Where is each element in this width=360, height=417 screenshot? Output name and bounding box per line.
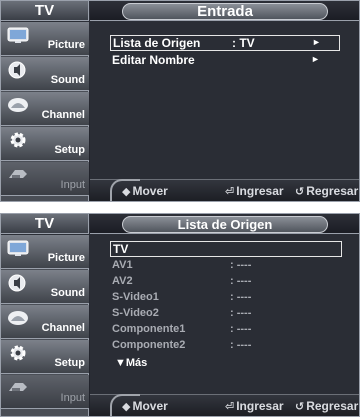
- source-item-label: TV: [113, 242, 129, 256]
- source-item-componente2[interactable]: Componente2: [112, 339, 185, 351]
- sidebar-item-label: Input: [60, 179, 85, 191]
- menu-row-lista-de-origen[interactable]: Lista de Origen : TV ►: [110, 35, 340, 51]
- sound-icon: [6, 60, 30, 80]
- header-bar: Entrada: [90, 1, 359, 21]
- sidebar-item-label: Picture: [47, 39, 85, 51]
- sidebar-item-picture[interactable]: Picture: [1, 235, 89, 269]
- header-bar: Lista de Origen: [90, 214, 359, 234]
- source-item-selected[interactable]: TV: [110, 241, 342, 257]
- input-icon: [6, 378, 30, 398]
- menu-title: Lista de Origen: [122, 216, 328, 233]
- hint-enter-label: Ingresar: [236, 184, 284, 198]
- picture-icon: [6, 25, 30, 45]
- arrow-right-icon: ►: [311, 54, 320, 64]
- sidebar-item-input[interactable]: Input: [1, 375, 89, 409]
- bottom-hint-bar: ◆ Mover ⏎ Ingresar ↺ Regresar: [90, 394, 359, 416]
- hint-enter-label: Ingresar: [236, 399, 284, 413]
- picture-icon: [6, 238, 30, 258]
- hint-back: ↺ Regresar: [295, 184, 358, 198]
- menu-screen-entrada: TV Entrada Picture Sound Channel Setup I…: [0, 0, 360, 202]
- sidebar: Picture Sound Channel Setup Input: [1, 235, 89, 416]
- hint-back-label: Regresar: [306, 184, 359, 198]
- tv-tab: TV: [1, 214, 89, 234]
- bottom-hint-bar: ◆ Mover ⏎ Ingresar ↺ Regresar: [90, 179, 359, 201]
- move-icon: ◆: [122, 186, 131, 198]
- source-item-value: : ----: [230, 307, 252, 319]
- source-item-value: : ----: [230, 275, 252, 287]
- row-value: : TV: [232, 36, 255, 50]
- sidebar-item-label: Setup: [54, 144, 85, 156]
- source-item-av2[interactable]: AV2: [112, 275, 133, 287]
- sidebar-item-setup[interactable]: Setup: [1, 127, 89, 161]
- sidebar-item-sound[interactable]: Sound: [1, 57, 89, 91]
- hint-move-label: Mover: [132, 184, 168, 198]
- source-item-s-video2[interactable]: S-Video2: [112, 307, 159, 319]
- sidebar-item-label: Sound: [50, 74, 85, 86]
- sidebar-item-picture[interactable]: Picture: [1, 22, 89, 56]
- back-icon: ↺: [295, 186, 305, 198]
- sidebar-item-label: Sound: [50, 287, 85, 299]
- source-item-componente1[interactable]: Componente1: [112, 323, 185, 335]
- move-icon: ◆: [122, 401, 131, 413]
- input-icon: [6, 165, 30, 185]
- hint-enter: ⏎ Ingresar: [225, 184, 284, 198]
- source-item-s-video1[interactable]: S-Video1: [112, 291, 159, 303]
- hint-move: ◆ Mover: [122, 399, 168, 413]
- sidebar-item-label: Channel: [41, 322, 85, 334]
- source-list: TV AV1 : ---- AV2 : ---- S-Video1 : ----…: [90, 235, 359, 394]
- hint-enter: ⏎ Ingresar: [225, 399, 284, 413]
- sidebar-item-label: Channel: [41, 109, 85, 121]
- sidebar: Picture Sound Channel Setup Input: [1, 22, 89, 201]
- sound-icon: [6, 273, 30, 293]
- source-item-av1[interactable]: AV1: [112, 259, 133, 271]
- sidebar-item-channel[interactable]: Channel: [1, 305, 89, 339]
- hint-back-label: Regresar: [306, 399, 359, 413]
- sidebar-item-sound[interactable]: Sound: [1, 270, 89, 304]
- more-button[interactable]: ▼Más: [115, 357, 147, 369]
- sidebar-item-input[interactable]: Input: [1, 162, 89, 196]
- sidebar-item-label: Input: [60, 392, 85, 404]
- sidebar-item-channel[interactable]: Channel: [1, 92, 89, 126]
- row-label: Lista de Origen: [113, 36, 201, 50]
- menu-title: Entrada: [122, 3, 328, 20]
- source-item-value: : ----: [230, 339, 252, 351]
- enter-icon: ⏎: [225, 401, 235, 413]
- hint-move-label: Mover: [132, 399, 168, 413]
- back-icon: ↺: [295, 401, 305, 413]
- channel-icon: [6, 95, 30, 115]
- hint-move: ◆ Mover: [122, 184, 168, 198]
- source-item-value: : ----: [230, 291, 252, 303]
- enter-icon: ⏎: [225, 186, 235, 198]
- arrow-right-icon: ►: [312, 37, 321, 47]
- tv-tab: TV: [1, 1, 89, 21]
- row-label: Editar Nombre: [112, 53, 195, 67]
- source-item-value: : ----: [230, 259, 252, 271]
- channel-icon: [6, 308, 30, 328]
- menu-screen-lista-de-origen: TV Lista de Origen Picture Sound Channel: [0, 213, 360, 417]
- setup-icon: [6, 130, 30, 150]
- sidebar-item-label: Setup: [54, 357, 85, 369]
- menu-content: Lista de Origen : TV ► Editar Nombre ►: [90, 22, 359, 179]
- source-item-value: : ----: [230, 323, 252, 335]
- sidebar-item-setup[interactable]: Setup: [1, 340, 89, 374]
- sidebar-item-label: Picture: [47, 252, 85, 264]
- hint-back: ↺ Regresar: [295, 399, 358, 413]
- setup-icon: [6, 343, 30, 363]
